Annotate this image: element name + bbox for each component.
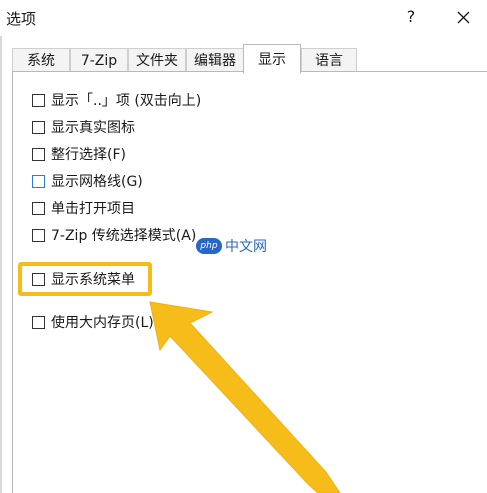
option-label: 显示「..」项 (双击向上) bbox=[51, 93, 202, 109]
checkbox[interactable] bbox=[32, 120, 45, 134]
close-icon bbox=[457, 11, 470, 24]
option-show-grid-lines[interactable]: 显示网格线(G) bbox=[32, 171, 143, 191]
title-bar: 选项 ? bbox=[0, 0, 487, 36]
window-border bbox=[0, 36, 2, 493]
option-label: 整行选择(F) bbox=[51, 147, 126, 163]
option-show-dotdot[interactable]: 显示「..」项 (双击向上) bbox=[32, 90, 201, 110]
option-label: 使用大内存页(L) bbox=[51, 315, 154, 331]
option-classic-selection-mode[interactable]: 7-Zip 传统选择模式(A) bbox=[32, 225, 196, 245]
watermark: php 中文网 bbox=[196, 236, 267, 256]
watermark-text: 中文网 bbox=[225, 239, 267, 255]
help-button[interactable]: ? bbox=[400, 2, 422, 32]
close-button[interactable] bbox=[450, 2, 478, 32]
tab-language[interactable]: 语言 bbox=[301, 48, 357, 72]
window-title: 选项 bbox=[6, 10, 37, 28]
checkbox[interactable] bbox=[32, 201, 45, 215]
checkbox[interactable] bbox=[32, 174, 45, 188]
highlight-box bbox=[18, 262, 152, 296]
option-label: 显示网格线(G) bbox=[51, 174, 143, 190]
option-full-row-select[interactable]: 整行选择(F) bbox=[32, 144, 126, 164]
tab-system[interactable]: 系统 bbox=[12, 48, 70, 72]
checkbox[interactable] bbox=[32, 315, 45, 329]
option-label: 7-Zip 传统选择模式(A) bbox=[51, 228, 197, 244]
tab-bar: 系统 7-Zip 文件夹 编辑器 显示 语言 bbox=[0, 44, 487, 73]
option-label: 显示真实图标 bbox=[51, 120, 135, 136]
checkbox[interactable] bbox=[32, 93, 45, 107]
option-large-memory-pages[interactable]: 使用大内存页(L) bbox=[32, 312, 154, 332]
option-show-real-icons[interactable]: 显示真实图标 bbox=[32, 117, 135, 137]
tab-folders[interactable]: 文件夹 bbox=[128, 48, 186, 72]
checkbox[interactable] bbox=[32, 147, 45, 161]
watermark-logo: php bbox=[196, 238, 222, 254]
tab-display[interactable]: 显示 bbox=[243, 44, 301, 73]
checkbox[interactable] bbox=[32, 228, 45, 242]
option-single-click-open[interactable]: 单击打开项目 bbox=[32, 198, 135, 218]
tab-7zip[interactable]: 7-Zip bbox=[70, 48, 128, 72]
tab-editor[interactable]: 编辑器 bbox=[186, 48, 244, 72]
option-label: 单击打开项目 bbox=[51, 201, 135, 217]
